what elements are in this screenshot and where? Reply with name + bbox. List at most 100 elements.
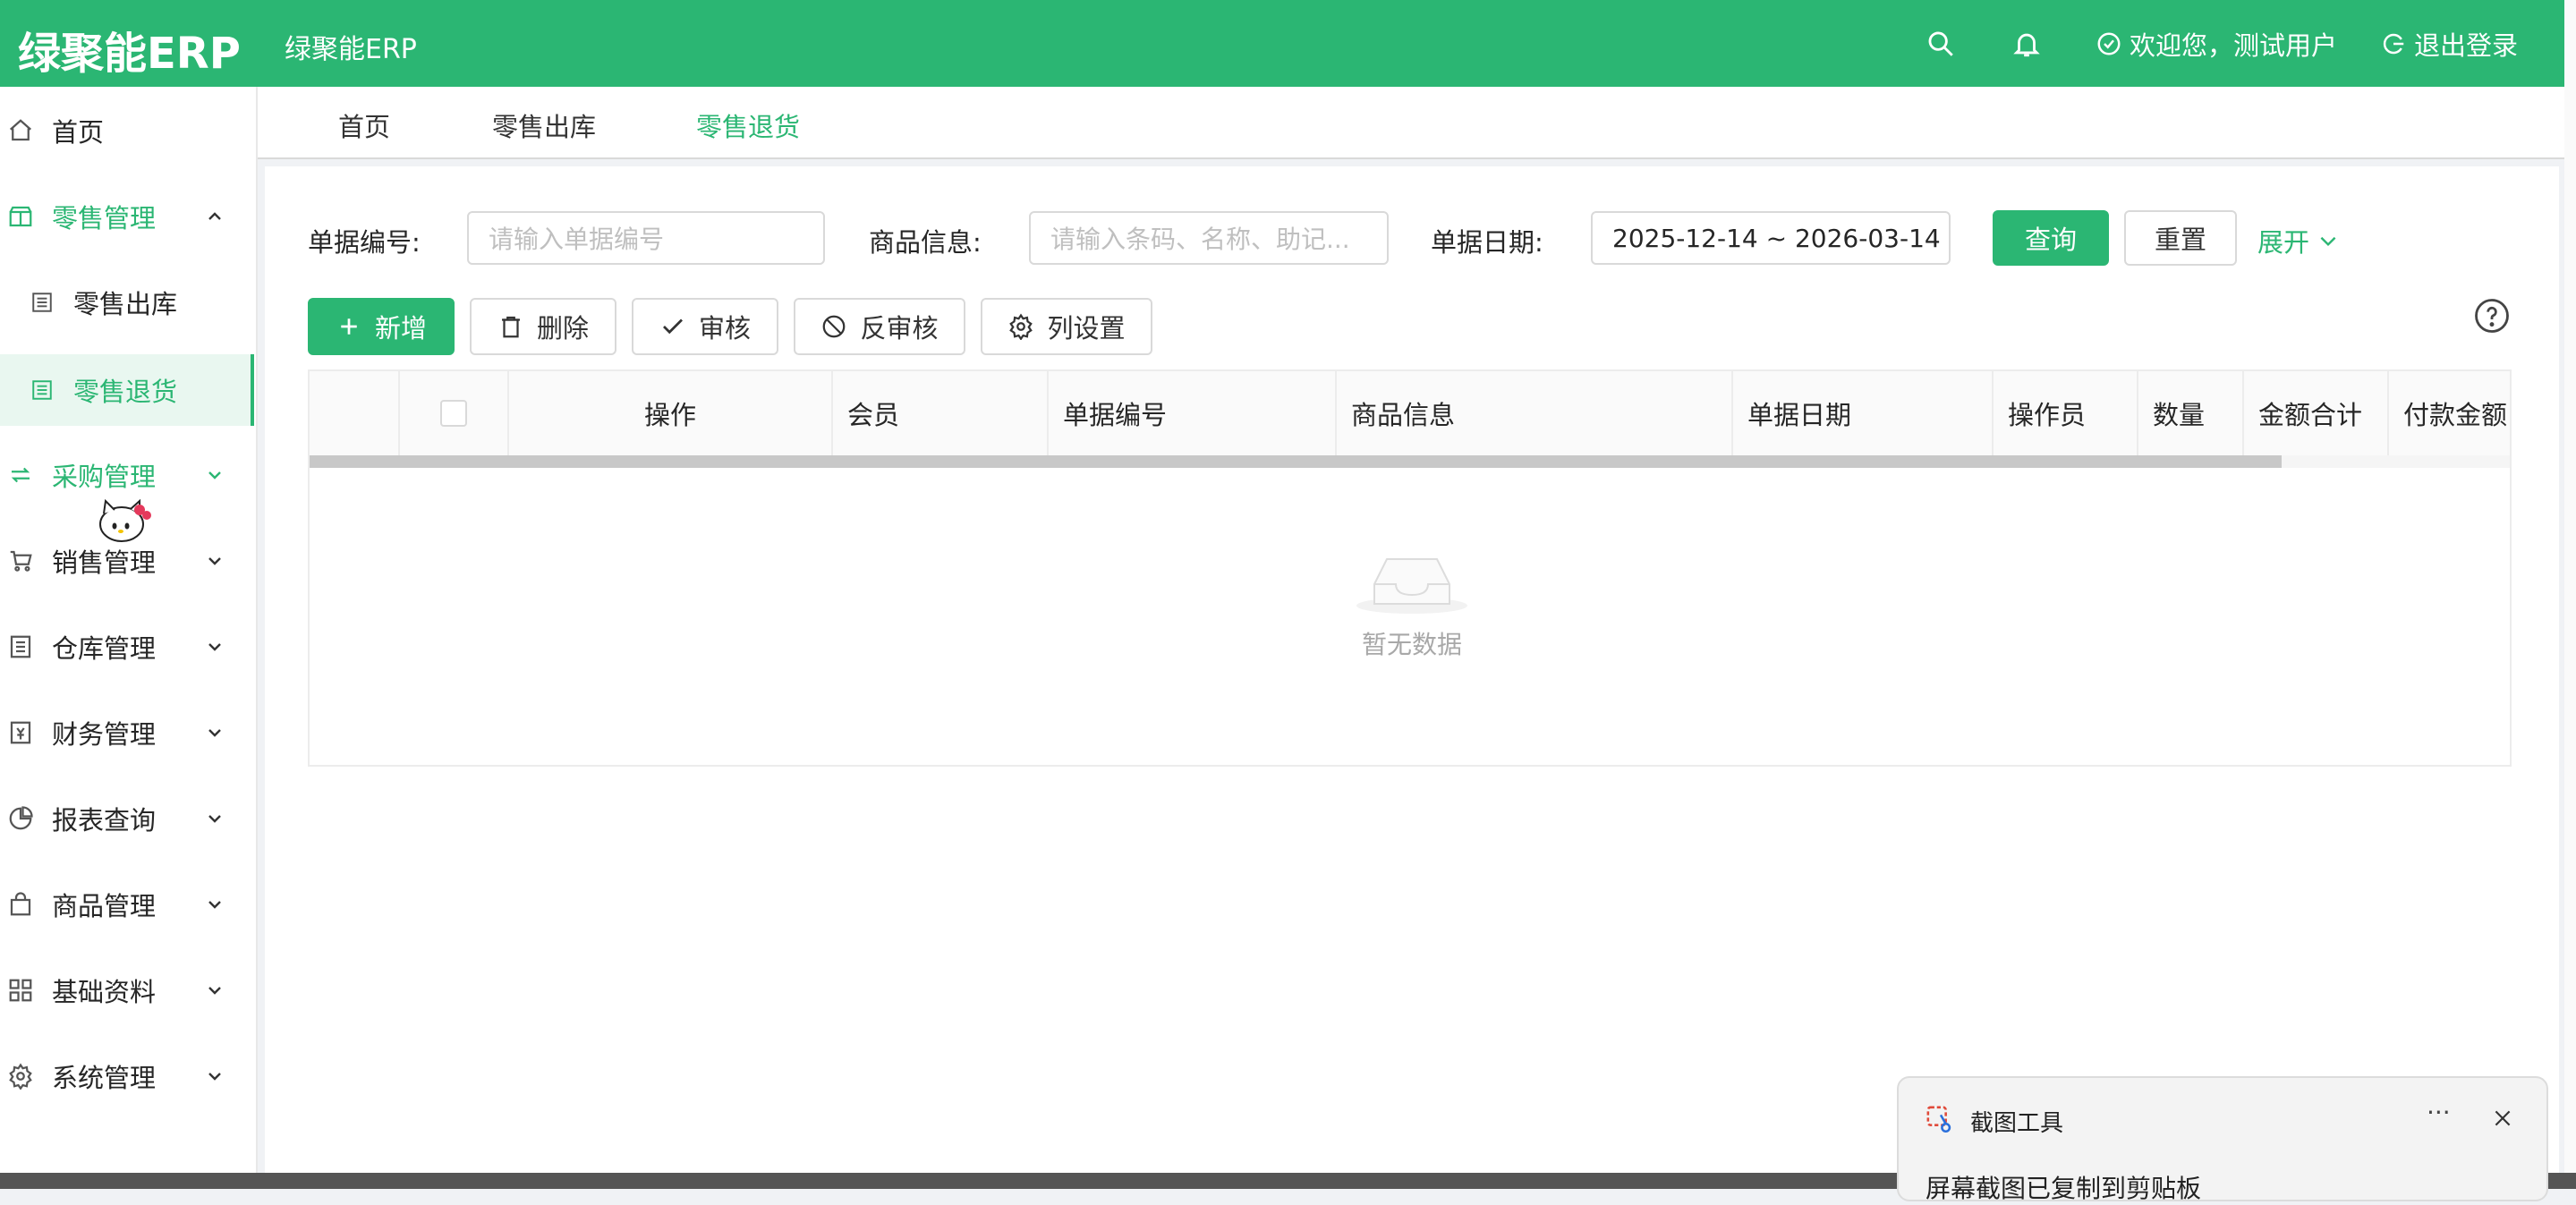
user-welcome[interactable]: 欢迎您，测试用户: [2096, 25, 2337, 63]
column-header: 金额合计: [2244, 371, 2389, 455]
sidebar-item-retail-return[interactable]: 零售退货: [0, 354, 254, 426]
chevron-down-icon: [204, 980, 225, 1001]
chevron-down-icon: [2317, 229, 2340, 252]
scissors-icon: [1926, 1105, 1956, 1135]
check-icon: [659, 313, 686, 340]
stop-icon: [820, 313, 847, 340]
select-all-checkbox[interactable]: [440, 400, 467, 427]
column-header: 单据编号: [1049, 371, 1337, 455]
top-header: 绿聚能ERP 绿聚能ERP 欢迎您，测试用户 退出登录: [0, 0, 2564, 87]
sidebar-item-basic-data[interactable]: 基础资料: [0, 958, 254, 1023]
sidebar-item-label: 首页: [52, 117, 105, 148]
sidebar-item-finance[interactable]: 财务管理: [0, 700, 254, 765]
empty-inbox-icon: [1314, 541, 1510, 615]
pie-chart-icon: [7, 805, 34, 832]
grid-icon: [7, 977, 34, 1004]
expand-column-header: [310, 371, 400, 455]
chevron-down-icon: [204, 894, 225, 915]
logout-button[interactable]: 退出登录: [2380, 25, 2518, 63]
unaudit-button[interactable]: 反审核: [794, 298, 965, 355]
warehouse-icon: [7, 633, 34, 660]
add-button[interactable]: 新增: [308, 298, 455, 355]
sidebar-item-system[interactable]: 系统管理: [0, 1044, 254, 1108]
chevron-down-icon: [204, 636, 225, 658]
column-settings-button[interactable]: 列设置: [981, 298, 1152, 355]
welcome-text: 欢迎您，测试用户: [2130, 30, 2338, 61]
sidebar-item-retail-out[interactable]: 零售出库: [0, 270, 254, 335]
search-icon[interactable]: [1926, 29, 1956, 59]
product-info-input[interactable]: 请输入条码、名称、助记...: [1029, 211, 1389, 265]
tab-home[interactable]: 首页: [338, 106, 390, 144]
bell-icon[interactable]: [2011, 29, 2042, 59]
sidebar-item-label: 系统管理: [52, 1063, 157, 1093]
column-header: 会员: [833, 371, 1049, 455]
sidebar: 首页 零售管理 零售出库 零售退货 采购管理 销售管理 仓库管理 财务管理 报表…: [0, 87, 258, 1173]
sidebar-item-label: 零售管理: [52, 203, 157, 233]
delete-button[interactable]: 删除: [470, 298, 616, 355]
sidebar-item-home[interactable]: 首页: [0, 98, 254, 163]
close-icon[interactable]: [2491, 1107, 2514, 1130]
toast-title: 截图工具: [1970, 1110, 2064, 1137]
more-options-button[interactable]: ···: [2427, 1098, 2451, 1127]
empty-text: 暂无数据: [1361, 630, 1462, 659]
sidebar-item-label: 采购管理: [52, 462, 157, 492]
gear-icon: [1007, 313, 1034, 340]
column-settings-label: 列设置: [1047, 313, 1126, 344]
sidebar-item-label: 基础资料: [52, 977, 157, 1007]
reset-label: 重置: [2154, 225, 2206, 255]
data-table: 操作 会员 单据编号 商品信息 单据日期 操作员 数量 金额合计 付款金额 暂无…: [308, 369, 2512, 767]
reset-button[interactable]: 重置: [2124, 210, 2237, 266]
sidebar-item-retail[interactable]: 零售管理: [0, 184, 254, 249]
doc-no-input[interactable]: 请输入单据编号: [467, 211, 825, 265]
audit-button[interactable]: 审核: [632, 298, 778, 355]
scrollbar-thumb[interactable]: [310, 455, 2282, 468]
chevron-down-icon: [204, 550, 225, 572]
select-all-header: [400, 371, 509, 455]
product-info-label: 商品信息:: [869, 227, 982, 258]
bag-icon: [7, 891, 34, 918]
column-header: 单据日期: [1733, 371, 1994, 455]
list-icon: [30, 291, 54, 314]
query-button[interactable]: 查询: [1993, 210, 2109, 266]
column-header: 操作: [509, 371, 833, 455]
help-icon[interactable]: [2473, 297, 2511, 335]
plus-icon: [336, 313, 362, 340]
logout-label: 退出登录: [2414, 30, 2519, 61]
column-header: 付款金额: [2403, 400, 2508, 430]
shop-icon: [7, 203, 34, 230]
sidebar-item-products[interactable]: 商品管理: [0, 872, 254, 937]
home-icon: [7, 117, 34, 144]
logout-icon: [2380, 30, 2407, 57]
sidebar-item-label: 零售退货: [73, 377, 178, 407]
empty-state: 暂无数据: [1314, 541, 1510, 661]
add-label: 新增: [374, 313, 427, 344]
doc-date-label: 单据日期:: [1431, 227, 1543, 258]
window-edge: [2564, 0, 2576, 1189]
snipping-notification[interactable]: 截图工具 ··· 屏幕截图已复制到剪贴板: [1897, 1076, 2548, 1203]
column-header: 操作员: [1994, 371, 2138, 455]
sidebar-item-label: 仓库管理: [52, 633, 157, 664]
tab-retail-return[interactable]: 零售退货: [696, 106, 800, 144]
tab-bar: 首页 零售出库 零售退货: [258, 87, 2564, 159]
brand-logo[interactable]: 绿聚能ERP: [18, 18, 241, 81]
query-label: 查询: [2024, 225, 2077, 255]
unaudit-label: 反审核: [860, 313, 939, 344]
chevron-down-icon: [204, 722, 225, 743]
cart-icon: [7, 547, 34, 574]
tab-retail-out[interactable]: 零售出库: [492, 106, 596, 144]
chevron-down-icon: [204, 1065, 225, 1087]
sidebar-item-label: 商品管理: [52, 891, 157, 921]
table-header: 操作 会员 单据编号 商品信息 单据日期 操作员 数量 金额合计 付款金额: [310, 371, 2510, 457]
expand-label: 展开: [2257, 227, 2310, 258]
chevron-up-icon: [204, 206, 225, 227]
sidebar-item-reports[interactable]: 报表查询: [0, 786, 254, 851]
list-icon: [30, 378, 54, 402]
gear-icon: [7, 1063, 34, 1090]
expand-button[interactable]: 展开: [2257, 222, 2340, 259]
cursor-icon: [95, 494, 154, 551]
chevron-down-icon: [204, 464, 225, 486]
column-header: 商品信息: [1337, 371, 1733, 455]
swap-icon: [7, 462, 34, 488]
sidebar-item-warehouse[interactable]: 仓库管理: [0, 615, 254, 679]
date-range-picker[interactable]: 2025-12-14 ~ 2026-03-14: [1591, 211, 1951, 265]
